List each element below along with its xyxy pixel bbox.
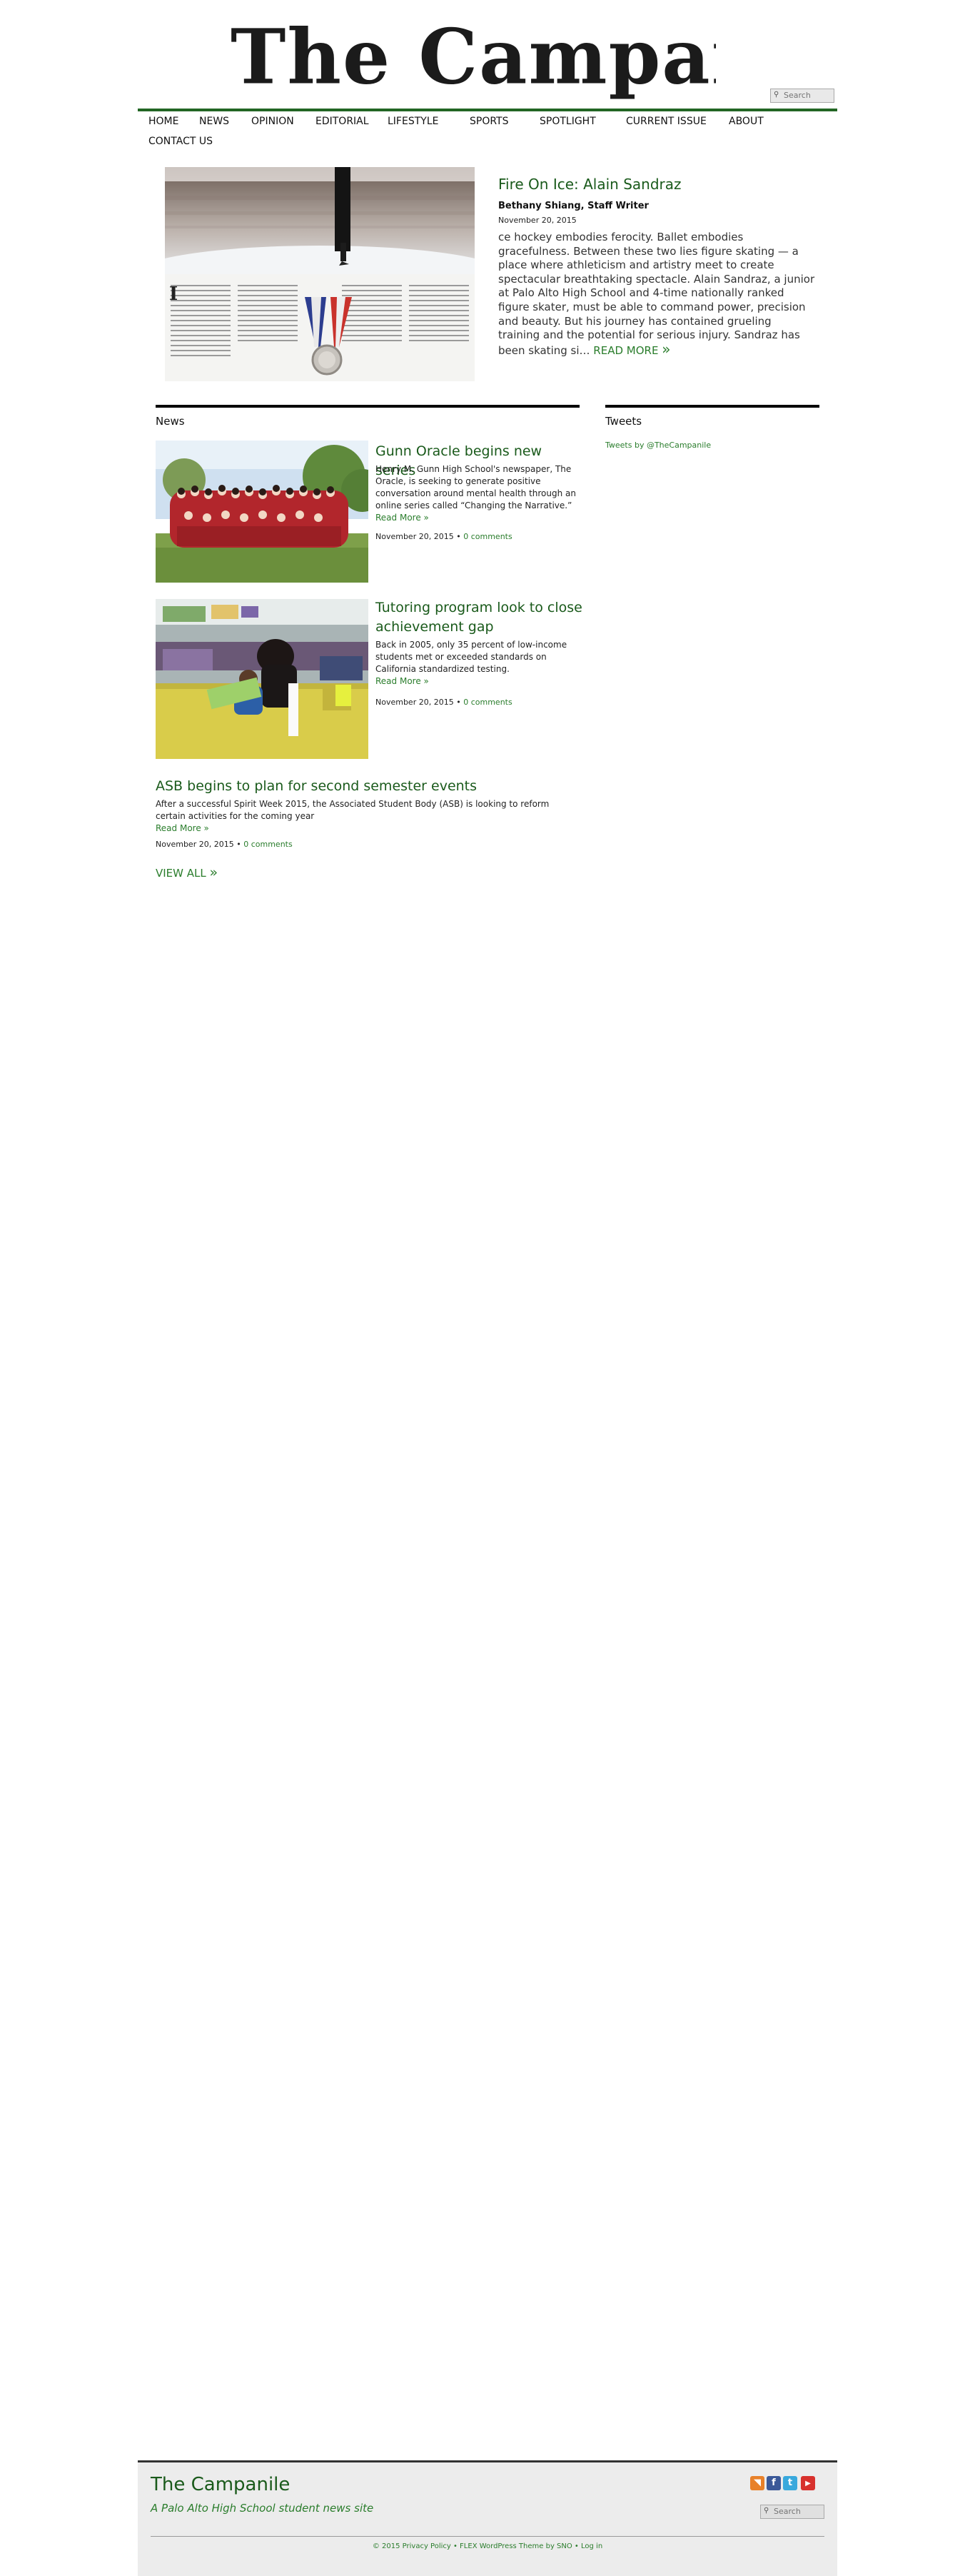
story-3-meta: November 20, 2015 • 0 comments	[156, 840, 293, 849]
double-chevron-right-icon: »	[662, 340, 671, 358]
double-chevron-right-icon: »	[209, 865, 218, 880]
rss-glyph: ◥	[754, 2477, 761, 2488]
footer-divider	[151, 2536, 824, 2537]
nav-item-lifestyle[interactable]: LIFESTYLE	[388, 113, 438, 130]
featured-excerpt: ce hockey embodies ferocity. Ballet embo…	[498, 231, 816, 358]
story-2-excerpt: Back in 2005, only 35 percent of low-inc…	[375, 639, 582, 688]
nav-item-contact-us[interactable]: CONTACT US	[148, 133, 213, 150]
featured-date: November 20, 2015	[498, 216, 577, 225]
story-2-excerpt-text: Back in 2005, only 35 percent of low-inc…	[375, 640, 567, 674]
story-3-date: November 20, 2015	[156, 840, 234, 849]
nav-item-sports[interactable]: SPORTS	[470, 113, 509, 130]
twitter-glyph: t	[787, 2477, 793, 2488]
featured-title[interactable]: Fire On Ice: Alain Sandraz	[498, 176, 682, 193]
search-input[interactable]	[784, 90, 831, 100]
view-all-news-link[interactable]: VIEW ALL »	[156, 865, 218, 880]
svg-text:I: I	[169, 283, 178, 305]
nav-item-spotlight[interactable]: SPOTLIGHT	[540, 113, 596, 130]
story-3-excerpt-text: After a successful Spirit Week 2015, the…	[156, 799, 550, 821]
header-search-box[interactable]: ⚲	[770, 89, 834, 103]
story-1-date: November 20, 2015	[375, 532, 454, 541]
masthead: The Campanile ⚲	[138, 0, 837, 109]
footer-search-input[interactable]	[774, 2506, 821, 2516]
view-all-label[interactable]: VIEW ALL	[156, 867, 206, 880]
youtube-glyph: ▶	[805, 2480, 811, 2487]
tweets-heading: Tweets	[605, 405, 819, 428]
nav-item-home[interactable]: HOME	[148, 113, 178, 130]
facebook-icon[interactable]: f	[767, 2476, 781, 2490]
story-3-excerpt: After a successful Spirit Week 2015, the…	[156, 798, 580, 835]
featured-read-more-label[interactable]: READ MORE	[593, 344, 658, 357]
search-icon[interactable]: ⚲	[774, 91, 779, 99]
story-3-read-more[interactable]: Read More »	[156, 823, 209, 833]
story-2-meta: November 20, 2015 • 0 comments	[375, 698, 512, 707]
rss-icon[interactable]: ◥	[750, 2476, 764, 2490]
site-logo[interactable]: The Campanile	[231, 9, 716, 106]
tweets-timeline-link[interactable]: Tweets by @TheCampanile	[605, 441, 711, 450]
footer-copyright[interactable]: © 2015 Privacy Policy • FLEX WordPress T…	[138, 2542, 837, 2550]
story-3-title[interactable]: ASB begins to plan for second semester e…	[156, 777, 580, 796]
nav-item-opinion[interactable]: OPINION	[251, 113, 294, 130]
footer-search-box[interactable]: ⚲	[760, 2505, 824, 2519]
story-2-date: November 20, 2015	[375, 698, 454, 707]
facebook-glyph: f	[772, 2477, 776, 2488]
nav-item-editorial[interactable]: EDITORIAL	[315, 113, 369, 130]
meta-separator: •	[236, 840, 241, 849]
story-2-comments[interactable]: 0 comments	[463, 698, 512, 707]
story-1-excerpt: Henry M. Gunn High School's newspaper, T…	[375, 463, 582, 524]
story-1-read-more[interactable]: Read More »	[375, 513, 429, 523]
story-2-photo	[156, 599, 368, 759]
news-heading: News	[156, 405, 580, 428]
story-1-comments[interactable]: 0 comments	[463, 532, 512, 541]
search-icon[interactable]: ⚲	[764, 2507, 769, 2515]
story-2-read-more[interactable]: Read More »	[375, 676, 429, 686]
footer-site-title[interactable]: The Campanile	[151, 2474, 290, 2495]
main-nav: HOME NEWS OPINION EDITORIAL LIFESTYLE SP…	[138, 109, 837, 157]
nav-item-current-issue[interactable]: CURRENT ISSUE	[626, 113, 707, 130]
story-2-image[interactable]	[156, 599, 368, 759]
story-2-title[interactable]: Tutoring program look to close achieveme…	[375, 598, 582, 637]
nav-item-about[interactable]: ABOUT	[729, 113, 764, 130]
story-3-comments[interactable]: 0 comments	[243, 840, 293, 849]
story-1-image[interactable]	[156, 441, 368, 583]
meta-separator: •	[456, 532, 461, 541]
story-1-excerpt-text: Henry M. Gunn High School's newspaper, T…	[375, 464, 576, 510]
footer-tagline: A Palo Alto High School student news sit…	[151, 2502, 374, 2515]
meta-separator: •	[456, 698, 461, 707]
site-footer: The Campanile A Palo Alto High School st…	[138, 2460, 837, 2576]
featured-read-more-link[interactable]: READ MORE »	[593, 340, 671, 358]
story-1-meta: November 20, 2015 • 0 comments	[375, 532, 512, 541]
featured-excerpt-text: ce hockey embodies ferocity. Ballet embo…	[498, 231, 815, 357]
featured-byline[interactable]: Bethany Shiang, Staff Writer	[498, 201, 649, 211]
story-1-photo	[156, 441, 368, 583]
youtube-icon[interactable]: ▶	[801, 2476, 815, 2490]
twitter-icon[interactable]: t	[783, 2476, 797, 2490]
featured-image[interactable]: I	[165, 167, 475, 381]
featured-image-graphic: I	[165, 167, 475, 381]
nav-item-news[interactable]: NEWS	[199, 113, 229, 130]
